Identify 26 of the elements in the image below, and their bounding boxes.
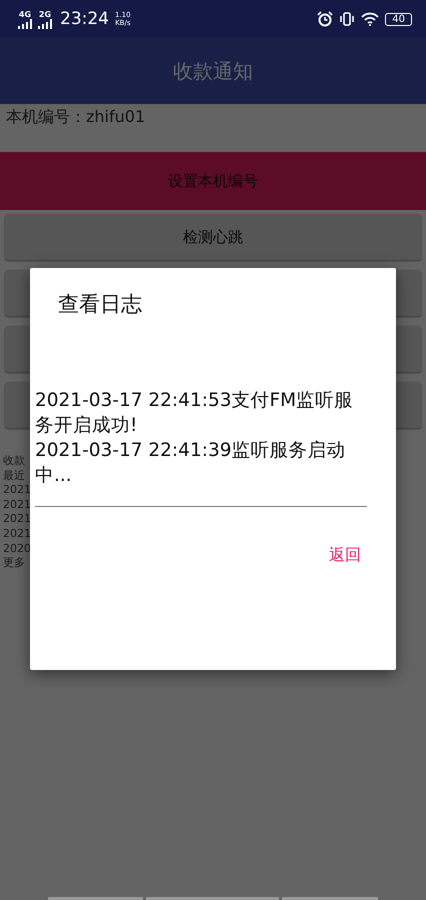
info-line: 2021 <box>3 483 31 498</box>
back-button[interactable]: 返回 <box>325 541 365 570</box>
battery-level: 40 <box>385 12 412 26</box>
clock-time: 23:24 <box>60 9 109 29</box>
wifi-icon <box>361 12 380 26</box>
signal-icon <box>38 18 52 28</box>
vibrate-icon <box>339 11 356 27</box>
info-line: 收款 <box>3 454 25 469</box>
alarm-icon <box>317 11 334 27</box>
bottom-tab[interactable] <box>146 897 279 900</box>
app-title: 收款通知 <box>173 58 253 84</box>
info-line: 2021 <box>3 526 31 542</box>
info-line: 更多 <box>3 556 25 571</box>
info-line: 2021 <box>3 498 31 512</box>
network-label: 2G <box>38 10 52 18</box>
network-label: 4G <box>18 10 32 18</box>
bottom-tab[interactable] <box>282 897 378 900</box>
log-field[interactable]: 2021-03-17 22:41:53支付FM监听服务开启成功! 2021-03-17 22:41:39监听服务启动中... <box>35 388 367 507</box>
info-line: 最近 <box>3 468 25 484</box>
action-button[interactable]: 检测心跳 <box>5 214 421 260</box>
device-id-label: 本机编号：zhifu01 <box>5 106 146 128</box>
bottom-tab[interactable] <box>48 897 143 900</box>
signal-icon <box>18 18 32 28</box>
dialog-title: 查看日志 <box>58 291 142 318</box>
info-line: 2021 <box>3 512 31 527</box>
info-line: 2020 <box>3 542 31 556</box>
